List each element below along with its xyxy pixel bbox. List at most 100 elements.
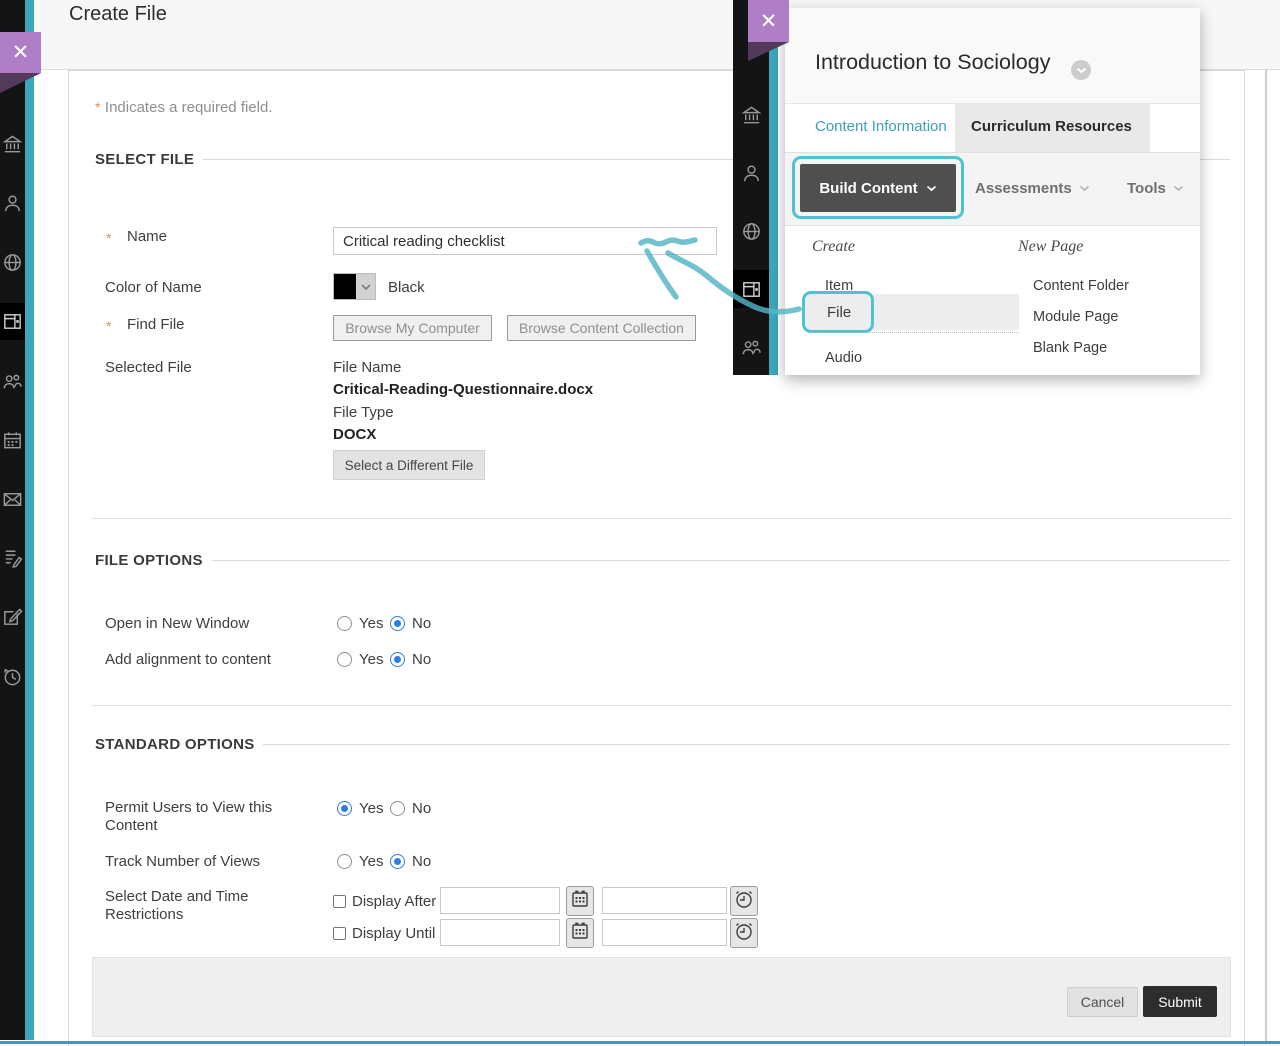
no-label: No xyxy=(412,800,431,818)
permit-users-no-radio[interactable] xyxy=(390,801,405,816)
menu-item-file[interactable]: File xyxy=(827,304,851,321)
footer-bar xyxy=(92,957,1231,1037)
section-rule xyxy=(263,744,1230,745)
browse-content-collection-button[interactable]: Browse Content Collection xyxy=(507,315,696,341)
section-standard-options: STANDARD OPTIONS xyxy=(95,736,255,753)
calendar-icon xyxy=(571,921,589,946)
browse-my-computer-button[interactable]: Browse My Computer xyxy=(333,315,492,341)
display-until-label: Display Until xyxy=(352,925,435,943)
color-swatch-black xyxy=(334,274,356,299)
find-file-label: Find File xyxy=(127,316,185,334)
institution-icon xyxy=(740,104,763,127)
display-after-time-input[interactable] xyxy=(602,887,727,914)
course-title-chevron-icon[interactable] xyxy=(1071,60,1091,80)
section-file-options: FILE OPTIONS xyxy=(95,552,203,569)
selected-file-label: Selected File xyxy=(105,359,192,377)
permit-users-label: Permit Users to View this Content xyxy=(105,799,283,835)
messages-icon[interactable] xyxy=(1,488,24,511)
close-panel-ribbon[interactable]: ✕ xyxy=(0,32,41,73)
track-views-no-radio[interactable] xyxy=(390,854,405,869)
globe-icon[interactable] xyxy=(1,251,24,274)
open-new-window-label: Open in New Window xyxy=(105,615,249,633)
display-after-calendar-button[interactable] xyxy=(566,886,594,916)
course-overlay-panel: Introduction to Sociology Content Inform… xyxy=(785,8,1200,375)
create-menu-header: Create xyxy=(812,238,855,256)
profile-icon[interactable] xyxy=(1,192,24,215)
activity-stream-icon[interactable] xyxy=(1,546,24,569)
track-views-yes-radio[interactable] xyxy=(337,854,352,869)
yes-label: Yes xyxy=(359,800,383,818)
history-icon[interactable] xyxy=(1,665,24,688)
file-name-label: File Name xyxy=(333,359,401,377)
display-until-date-input[interactable] xyxy=(440,919,560,946)
permit-users-yes-radio[interactable] xyxy=(337,801,352,816)
course-title: Introduction to Sociology xyxy=(815,50,1050,75)
yes-label: Yes xyxy=(359,651,383,669)
calendar-icon xyxy=(571,889,589,914)
yes-label: Yes xyxy=(359,615,383,633)
display-until-clock-button[interactable] xyxy=(730,918,758,948)
close-icon: ✕ xyxy=(12,42,30,63)
name-required-asterisk: * xyxy=(106,230,111,246)
clock-icon xyxy=(734,889,754,914)
no-label: No xyxy=(412,853,431,871)
menu-item-module-page[interactable]: Module Page xyxy=(1033,309,1118,325)
organizations-icon[interactable] xyxy=(1,370,24,393)
no-label: No xyxy=(412,651,431,669)
display-after-checkbox[interactable] xyxy=(333,895,346,908)
color-picker[interactable] xyxy=(333,273,376,300)
calendar-nav-icon[interactable] xyxy=(1,429,24,452)
submit-button[interactable]: Submit xyxy=(1143,986,1217,1017)
courses-icon[interactable] xyxy=(1,310,24,333)
color-of-name-label: Color of Name xyxy=(105,279,202,297)
open-new-window-no-radio[interactable] xyxy=(390,616,405,631)
page-title: Create File xyxy=(69,3,167,26)
display-until-time-input[interactable] xyxy=(602,919,727,946)
globe-icon xyxy=(740,220,763,243)
menu-item-content-folder[interactable]: Content Folder xyxy=(1033,278,1129,294)
chevron-down-icon xyxy=(1079,185,1090,192)
section-divider xyxy=(92,705,1231,706)
name-input[interactable] xyxy=(333,227,717,255)
display-until-calendar-button[interactable] xyxy=(566,918,594,948)
clock-icon xyxy=(734,921,754,946)
menu-item-blank-page[interactable]: Blank Page xyxy=(1033,340,1107,356)
tab-curriculum-resources[interactable]: Curriculum Resources xyxy=(971,118,1132,135)
find-file-required-asterisk: * xyxy=(106,318,111,334)
assessments-menu[interactable]: Assessments xyxy=(975,180,1090,197)
menu-item-audio[interactable]: Audio xyxy=(825,350,862,366)
create-file-page: Create File * Indicates a required field… xyxy=(0,0,1280,1046)
ribbon-fold xyxy=(748,42,789,61)
institution-icon[interactable] xyxy=(1,133,24,156)
new-page-menu-header: New Page xyxy=(1018,238,1083,256)
add-alignment-no-radio[interactable] xyxy=(390,652,405,667)
file-name-value: Critical-Reading-Questionnaire.docx xyxy=(333,381,593,399)
track-views-label: Track Number of Views xyxy=(105,853,260,871)
open-new-window-yes-radio[interactable] xyxy=(337,616,352,631)
window-bottom-border xyxy=(0,1041,1280,1044)
tab-content-information[interactable]: Content Information xyxy=(815,118,947,135)
yes-label: Yes xyxy=(359,853,383,871)
required-field-note: * Indicates a required field. xyxy=(95,99,273,117)
overlay-close-ribbon[interactable]: ✕ xyxy=(748,0,789,42)
name-label: Name xyxy=(127,228,167,246)
profile-icon xyxy=(740,162,763,185)
menu-divider xyxy=(811,332,1019,333)
highlight-file-item: File xyxy=(802,291,874,333)
file-type-value: DOCX xyxy=(333,426,376,444)
color-dropdown[interactable] xyxy=(356,274,375,299)
grades-icon[interactable] xyxy=(1,606,24,629)
display-until-checkbox[interactable] xyxy=(333,927,346,940)
courses-icon xyxy=(740,278,763,301)
date-restrictions-label: Select Date and Time Restrictions xyxy=(105,888,263,924)
teal-accent-stripe xyxy=(25,0,34,1040)
file-type-label: File Type xyxy=(333,404,394,422)
tools-menu[interactable]: Tools xyxy=(1127,180,1184,197)
chevron-down-icon xyxy=(361,284,371,290)
display-after-date-input[interactable] xyxy=(440,887,560,914)
display-after-clock-button[interactable] xyxy=(730,886,758,916)
select-different-file-button[interactable]: Select a Different File xyxy=(333,450,485,480)
cancel-button[interactable]: Cancel xyxy=(1067,987,1138,1017)
section-select-file: SELECT FILE xyxy=(95,151,194,168)
add-alignment-yes-radio[interactable] xyxy=(337,652,352,667)
